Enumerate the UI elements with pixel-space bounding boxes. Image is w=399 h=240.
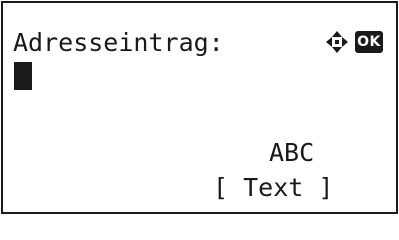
- ok-key-icon: OK: [355, 31, 383, 53]
- text-cursor[interactable]: [14, 62, 32, 90]
- navigation-hint: OK: [325, 30, 383, 54]
- softkey-open-bracket: [: [213, 173, 229, 202]
- text-softkey[interactable]: [ Text ]: [213, 175, 333, 200]
- lcd-display: Adresseintrag: OK ABC [ Text ]: [1, 1, 398, 214]
- screen-title: Adresseintrag:: [13, 28, 224, 57]
- softkey-label: Text: [243, 173, 304, 202]
- input-mode-indicator: ABC: [269, 138, 315, 167]
- softkey-close-bracket: ]: [318, 173, 334, 202]
- four-way-arrows-icon: [326, 31, 348, 53]
